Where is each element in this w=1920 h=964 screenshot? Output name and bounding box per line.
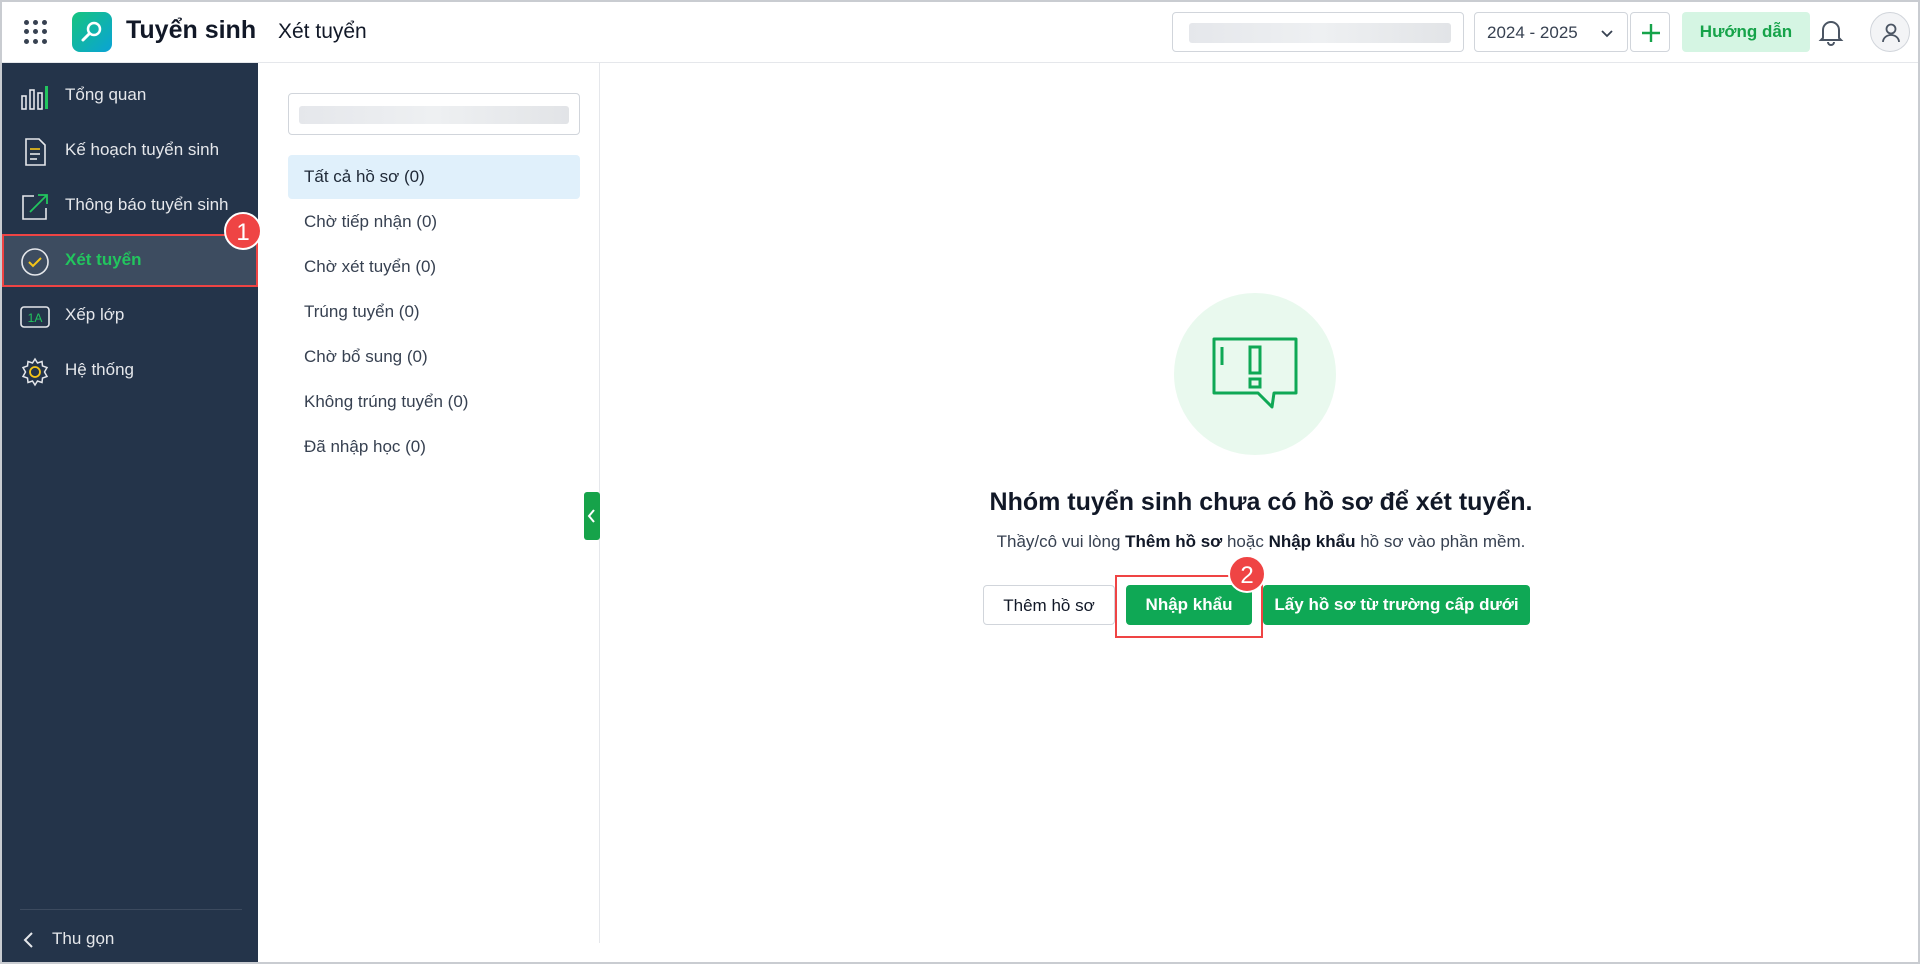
add-button[interactable] bbox=[1630, 12, 1670, 52]
filter-not-admitted[interactable]: Không trúng tuyển (0) bbox=[288, 380, 580, 424]
bell-icon[interactable] bbox=[1817, 17, 1845, 47]
school-select[interactable] bbox=[1172, 12, 1464, 52]
app-title: Tuyển sinh bbox=[126, 16, 257, 44]
filter-panel: Tất cả hồ sơ (0) Chờ tiếp nhận (0) Chờ x… bbox=[258, 63, 600, 943]
gear-icon bbox=[21, 357, 49, 387]
chart-icon bbox=[21, 86, 48, 110]
user-icon bbox=[1882, 23, 1900, 43]
filter-enrolled[interactable]: Đã nhập học (0) bbox=[288, 425, 580, 469]
sidebar-item-plan[interactable]: Kế hoạch tuyển sinh bbox=[2, 124, 258, 177]
sidebar-item-overview[interactable]: Tổng quan bbox=[2, 69, 258, 122]
add-record-button[interactable]: Thêm hồ sơ bbox=[983, 585, 1115, 625]
sidebar-item-label: Thông báo tuyển sinh bbox=[65, 195, 229, 214]
app-logo bbox=[72, 12, 112, 52]
sidebar-divider bbox=[20, 909, 242, 910]
sidebar-item-system[interactable]: Hệ thống bbox=[2, 344, 258, 397]
document-icon bbox=[25, 138, 46, 166]
external-link-icon bbox=[22, 194, 48, 220]
school-name-redacted bbox=[1189, 23, 1451, 43]
user-avatar[interactable] bbox=[1870, 12, 1910, 52]
filter-all[interactable]: Tất cả hồ sơ (0) bbox=[288, 155, 580, 199]
class-icon-text: 1A bbox=[28, 311, 43, 325]
page-title: Xét tuyển bbox=[278, 20, 367, 43]
sidebar-item-label: Xếp lớp bbox=[65, 305, 125, 324]
school-year-select[interactable]: 2024 - 2025 bbox=[1474, 12, 1628, 52]
chevron-left-icon bbox=[23, 932, 33, 948]
class-1a-icon: 1A bbox=[20, 306, 50, 328]
sidebar-item-class[interactable]: 1A Xếp lớp bbox=[2, 289, 258, 342]
apps-grid-icon[interactable] bbox=[24, 20, 48, 44]
check-circle-icon bbox=[21, 248, 49, 276]
collapse-label: Thu gọn bbox=[52, 929, 115, 948]
sidebar-item-label: Xét tuyển bbox=[65, 250, 142, 269]
filter-admitted[interactable]: Trúng tuyển (0) bbox=[288, 290, 580, 334]
filter-pending-supplement[interactable]: Chờ bổ sung (0) bbox=[288, 335, 580, 379]
app-window: Tuyển sinh Xét tuyển 2024 - 2025 Hướng d… bbox=[0, 0, 1920, 964]
empty-illustration bbox=[1174, 293, 1336, 455]
sidebar: Tổng quan Kế hoạch tuyển sinh Thông báo … bbox=[2, 63, 262, 962]
admission-group-select[interactable] bbox=[288, 93, 580, 135]
group-name-redacted bbox=[299, 106, 569, 124]
sidebar-item-label: Hệ thống bbox=[65, 360, 134, 379]
empty-state-subtitle: Thầy/cô vui lòng Thêm hồ sơ hoặc Nhập kh… bbox=[996, 532, 1526, 551]
guide-button[interactable]: Hướng dẫn bbox=[1682, 12, 1810, 52]
school-year-value: 2024 - 2025 bbox=[1487, 23, 1578, 42]
collapse-filter-panel-button[interactable] bbox=[584, 492, 600, 540]
sidebar-item-admission[interactable]: Xét tuyển bbox=[2, 234, 258, 287]
filter-pending-receive[interactable]: Chờ tiếp nhận (0) bbox=[288, 200, 580, 244]
sidebar-item-label: Tổng quan bbox=[65, 85, 147, 104]
sidebar-item-label: Kế hoạch tuyển sinh bbox=[65, 140, 220, 159]
step-1-badge: 1 bbox=[224, 212, 262, 250]
alert-message-icon bbox=[1212, 337, 1298, 409]
plus-icon bbox=[1642, 24, 1660, 42]
empty-state-title: Nhóm tuyển sinh chưa có hồ sơ để xét tuy… bbox=[989, 488, 1533, 516]
fetch-from-lower-school-button[interactable]: Lấy hồ sơ từ trường cấp dưới bbox=[1263, 585, 1530, 625]
filter-pending-review[interactable]: Chờ xét tuyển (0) bbox=[288, 245, 580, 289]
sidebar-item-announcement[interactable]: Thông báo tuyển sinh bbox=[2, 179, 258, 232]
chevron-down-icon bbox=[1601, 30, 1613, 38]
chevron-left-icon bbox=[587, 509, 595, 523]
step-2-badge: 2 bbox=[1228, 555, 1266, 593]
top-bar: Tuyển sinh Xét tuyển 2024 - 2025 Hướng d… bbox=[2, 2, 1918, 63]
